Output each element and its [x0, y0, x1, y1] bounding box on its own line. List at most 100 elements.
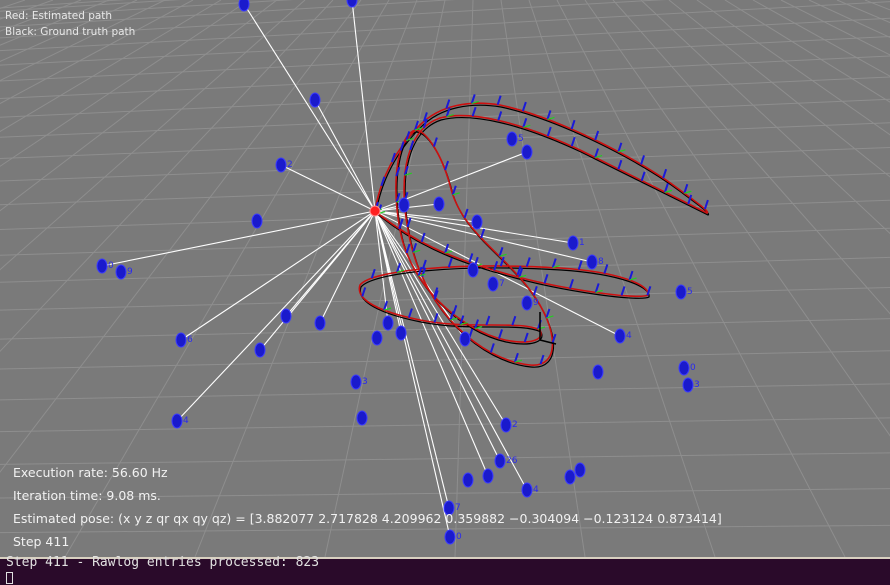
execution-rate: Execution rate: 56.60 Hz	[13, 465, 168, 480]
grid-line	[864, 0, 890, 11]
landmark-label: 0	[108, 261, 114, 271]
observation-ray	[374, 210, 528, 491]
landmark-marker	[356, 410, 368, 426]
orientation-tick	[617, 159, 623, 170]
legend-estimated: Red: Estimated path	[5, 10, 113, 22]
landmark-marker	[398, 197, 410, 213]
landmark-label: 0	[456, 532, 462, 542]
orientation-tick	[444, 160, 450, 171]
landmark-marker	[175, 332, 187, 348]
orientation-tick	[493, 261, 499, 271]
landmark-marker	[462, 472, 474, 488]
landmark-label: 2	[287, 160, 293, 170]
iteration-time: Iteration time: 9.08 ms.	[13, 488, 161, 503]
grid-line	[696, 0, 890, 136]
landmark-marker	[675, 284, 687, 300]
landmark-marker	[482, 468, 494, 484]
observation-ray	[314, 99, 376, 212]
orientation-tick	[489, 343, 495, 353]
landmark-marker	[171, 413, 183, 429]
grid-line	[0, 146, 890, 182]
observation-ray	[176, 210, 376, 422]
orientation-tick	[498, 329, 503, 339]
robot-marker	[369, 205, 381, 217]
grid-line	[780, 0, 890, 56]
landmark-marker	[682, 377, 694, 393]
orientation-tick	[361, 287, 367, 297]
orientation-tick	[570, 119, 576, 130]
grid-line	[0, 98, 890, 138]
orientation-tick	[407, 308, 413, 318]
landmark-label: 1	[579, 238, 585, 248]
grid-line	[0, 452, 890, 465]
orientation-tick	[405, 243, 411, 254]
orientation-tick	[525, 257, 531, 267]
landmark-marker	[251, 213, 263, 229]
landmark-marker	[564, 469, 576, 485]
grid-line	[0, 524, 890, 534]
robot-pose	[369, 205, 381, 217]
landmark-label: 4	[626, 331, 632, 341]
orientation-tick	[406, 217, 412, 228]
grid-line	[324, 0, 446, 557]
landmark-label: 4	[183, 416, 189, 426]
orientation-tick	[468, 253, 474, 263]
orientation-tick	[432, 137, 438, 147]
landmark-marker	[487, 276, 499, 292]
landmark-marker	[586, 254, 598, 270]
landmark-marker	[115, 264, 127, 280]
orientation-tick	[447, 257, 453, 268]
landmark-marker	[280, 308, 292, 324]
landmark-marker	[350, 374, 362, 390]
orientation-tick	[421, 259, 427, 270]
landmark-marker	[521, 295, 533, 311]
landmark-label: 5	[687, 287, 693, 297]
landmark-marker	[433, 196, 445, 212]
estimated-pose: Estimated pose: (x y z qr qx qy qz) = [3…	[13, 511, 722, 526]
landmark-label: 6	[187, 335, 193, 345]
terminal-cursor	[6, 572, 13, 584]
grid-line	[0, 172, 890, 206]
legend-ground-truth: Black: Ground truth path	[5, 26, 136, 38]
landmark-label: 0	[690, 363, 696, 373]
landmark-marker	[614, 328, 626, 344]
landmark-marker	[238, 0, 250, 12]
landmark-marker	[567, 235, 579, 251]
step-counter: Step 411	[13, 534, 70, 549]
orientation-tick	[594, 130, 600, 141]
landmark-marker	[592, 364, 604, 380]
orientation-tick	[523, 332, 529, 343]
grid-line	[0, 417, 890, 433]
orientation-tick	[662, 168, 668, 179]
orientation-tick	[532, 285, 538, 296]
orientation-tick	[433, 313, 439, 323]
landmark-marker	[309, 92, 321, 108]
landmark-marker	[678, 360, 690, 376]
terminal-console[interactable]: Step 411 - Rawlog entries processed: 823	[0, 555, 890, 585]
grid-line	[0, 318, 890, 340]
grid-line	[556, 0, 846, 557]
landmark-marker	[444, 529, 456, 545]
orientation-tick	[577, 260, 583, 270]
grid-line	[0, 199, 890, 230]
landmark-marker	[494, 453, 506, 469]
landmark-marker	[96, 258, 108, 274]
orientation-tick	[471, 106, 477, 117]
landmark-marker	[371, 330, 383, 346]
landmark-marker	[500, 417, 512, 433]
orientation-tick	[569, 278, 574, 289]
landmark-marker	[254, 342, 266, 358]
orientation-tick	[640, 171, 646, 182]
landmark-marker	[506, 131, 518, 147]
landmark-label: 7	[499, 279, 505, 289]
console-output-line: Step 411 - Rawlog entries processed: 823	[6, 555, 320, 570]
landmark-label: 2	[512, 420, 518, 430]
landmark-marker	[459, 331, 471, 347]
orientation-tick	[420, 232, 426, 243]
orientation-tick	[570, 136, 576, 147]
orientation-tick	[543, 273, 549, 284]
grid-line	[0, 350, 890, 370]
landmark-label: 5	[518, 134, 524, 144]
orientation-tick	[485, 315, 491, 326]
3d-viewport[interactable]: 0 9 6 2 3 4 5 1 8 7 9 4 5 0 3 2 26 4 7 0 Red: Estimated pat…	[0, 0, 890, 557]
